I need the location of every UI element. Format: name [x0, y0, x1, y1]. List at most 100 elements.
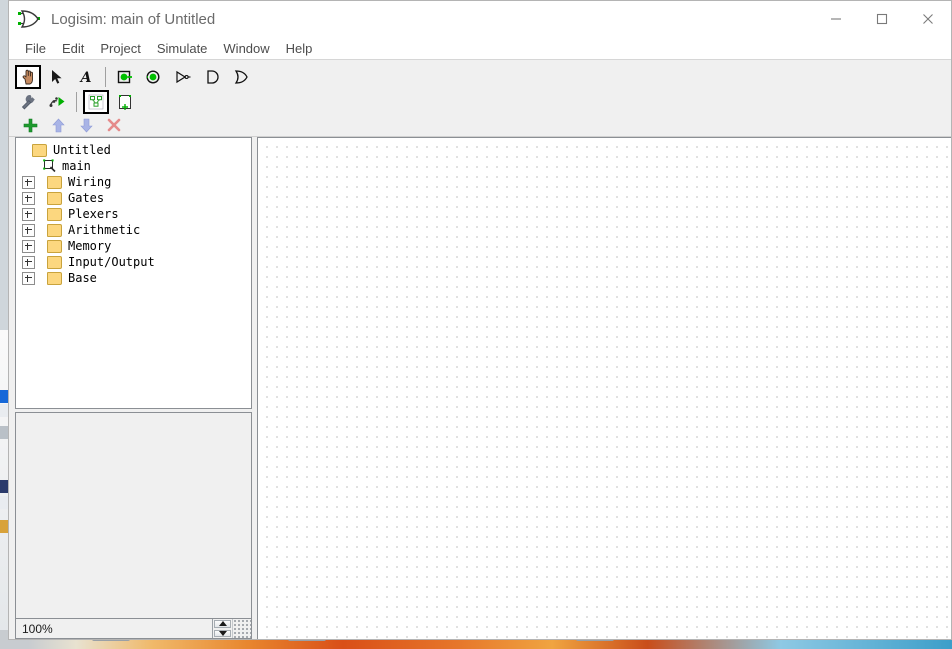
folder-icon — [47, 255, 62, 269]
green-plus-icon — [23, 118, 37, 132]
move-up-button[interactable] — [47, 115, 69, 135]
expand-toggle-icon[interactable] — [22, 207, 35, 221]
circuit-canvas[interactable] — [257, 137, 951, 639]
output-pin-tool[interactable] — [141, 65, 167, 89]
and-gate-tool[interactable] — [199, 65, 225, 89]
tree-item-label: main — [62, 159, 91, 173]
tree-item-input-output[interactable]: Input/Output — [22, 254, 251, 270]
expand-toggle-icon[interactable] — [22, 175, 35, 189]
title-bar[interactable]: Logisim: main of Untitled — [9, 1, 951, 37]
delete-item-button[interactable] — [103, 115, 125, 135]
folder-icon — [47, 191, 62, 205]
menu-simulate[interactable]: Simulate — [149, 39, 216, 58]
left-panel: Untitled main Wiring Gates Plexers Arith… — [15, 137, 252, 639]
svg-text:A: A — [79, 70, 92, 85]
close-icon — [923, 14, 933, 24]
folder-icon — [47, 271, 62, 285]
or-gate-icon — [234, 69, 248, 84]
tree-item-main[interactable]: main — [22, 158, 251, 174]
tree-item-label: Untitled — [53, 143, 111, 157]
expand-toggle-icon[interactable] — [22, 271, 35, 285]
logisim-window: Logisim: main of Untitled File Edit Proj… — [8, 0, 952, 640]
circuit-icon — [43, 159, 56, 173]
spinner-up-icon — [218, 621, 227, 627]
menu-bar: File Edit Project Simulate Window Help — [9, 37, 951, 60]
toolbar-separator-2 — [76, 92, 77, 112]
close-button[interactable] — [905, 1, 951, 37]
output-pin-icon — [146, 69, 160, 84]
folder-icon — [32, 143, 47, 157]
folder-icon — [47, 223, 62, 237]
tree-item-label: Wiring — [68, 175, 112, 189]
menu-edit[interactable]: Edit — [54, 39, 92, 58]
add-circuit-icon — [119, 95, 131, 110]
maximize-icon — [876, 13, 888, 25]
tree-item-label: Memory — [68, 239, 112, 253]
expand-toggle-icon[interactable] — [22, 255, 35, 269]
expand-toggle-icon[interactable] — [22, 191, 35, 205]
or-gate-logo-icon — [18, 10, 40, 28]
toolbar-row-actions — [15, 114, 951, 136]
zoom-bar: 100% — [15, 618, 252, 639]
tree-item-base[interactable]: Base — [22, 270, 251, 286]
view-subcircuit-button[interactable] — [83, 90, 109, 114]
spinner-down-icon — [218, 630, 227, 636]
tree-item-label: Arithmetic — [68, 223, 141, 237]
tree-item-memory[interactable]: Memory — [22, 238, 251, 254]
folder-icon — [47, 239, 62, 253]
expand-toggle-icon[interactable] — [22, 223, 35, 237]
simulate-tool[interactable] — [44, 90, 70, 114]
tree-item-label: Input/Output — [68, 255, 155, 269]
add-item-button[interactable] — [19, 115, 41, 135]
tree-item-label: Gates — [68, 191, 105, 205]
minimize-icon — [831, 18, 841, 20]
tree-item-plexers[interactable]: Plexers — [22, 206, 251, 222]
resize-grip-icon[interactable] — [232, 619, 251, 638]
folder-icon — [47, 207, 62, 221]
edit-tool[interactable] — [15, 90, 41, 114]
zoom-decrease-button[interactable] — [214, 629, 231, 637]
text-a-icon: A — [79, 70, 92, 85]
select-tool[interactable] — [44, 65, 70, 89]
menu-window[interactable]: Window — [215, 39, 277, 58]
toolbar-separator — [105, 66, 106, 87]
toolbar: A — [9, 60, 951, 137]
minimize-button[interactable] — [813, 1, 859, 37]
menu-help[interactable]: Help — [278, 39, 321, 58]
text-tool[interactable]: A — [73, 65, 99, 89]
tree-item-label: Base — [68, 271, 97, 285]
and-gate-icon — [207, 69, 219, 84]
input-pin-icon — [117, 70, 132, 83]
tree-item-arithmetic[interactable]: Arithmetic — [22, 222, 251, 238]
window-controls — [813, 1, 951, 37]
poke-tool[interactable] — [15, 64, 41, 89]
tree-item-untitled[interactable]: Untitled — [22, 142, 251, 158]
menu-project[interactable]: Project — [92, 39, 148, 58]
tree-item-wiring[interactable]: Wiring — [22, 174, 251, 190]
zoom-increase-button[interactable] — [214, 620, 231, 628]
project-explorer[interactable]: Untitled main Wiring Gates Plexers Arith… — [15, 137, 252, 409]
arrow-cursor-icon — [52, 69, 62, 84]
wrench-icon — [21, 94, 35, 110]
maximize-button[interactable] — [859, 1, 905, 37]
or-gate-tool[interactable] — [228, 65, 254, 89]
attribute-table[interactable] — [15, 412, 252, 618]
move-down-button[interactable] — [75, 115, 97, 135]
folder-icon — [47, 175, 62, 189]
hand-icon — [22, 69, 33, 84]
simulation-run-icon — [49, 97, 65, 107]
window-title: Logisim: main of Untitled — [51, 10, 216, 28]
down-arrow-icon — [79, 118, 93, 132]
input-pin-tool[interactable] — [112, 65, 138, 89]
tree-item-gates[interactable]: Gates — [22, 190, 251, 206]
red-x-icon — [107, 118, 121, 132]
zoom-level-value[interactable]: 100% — [16, 619, 212, 638]
expand-toggle-icon[interactable] — [22, 239, 35, 253]
new-circuit-button[interactable] — [112, 90, 138, 114]
menu-file[interactable]: File — [17, 39, 54, 58]
zoom-spinner[interactable] — [212, 619, 232, 638]
subcircuit-icon — [88, 94, 104, 110]
not-gate-tool[interactable] — [170, 65, 196, 89]
up-arrow-icon — [51, 118, 65, 132]
tree-item-label: Plexers — [68, 207, 119, 221]
